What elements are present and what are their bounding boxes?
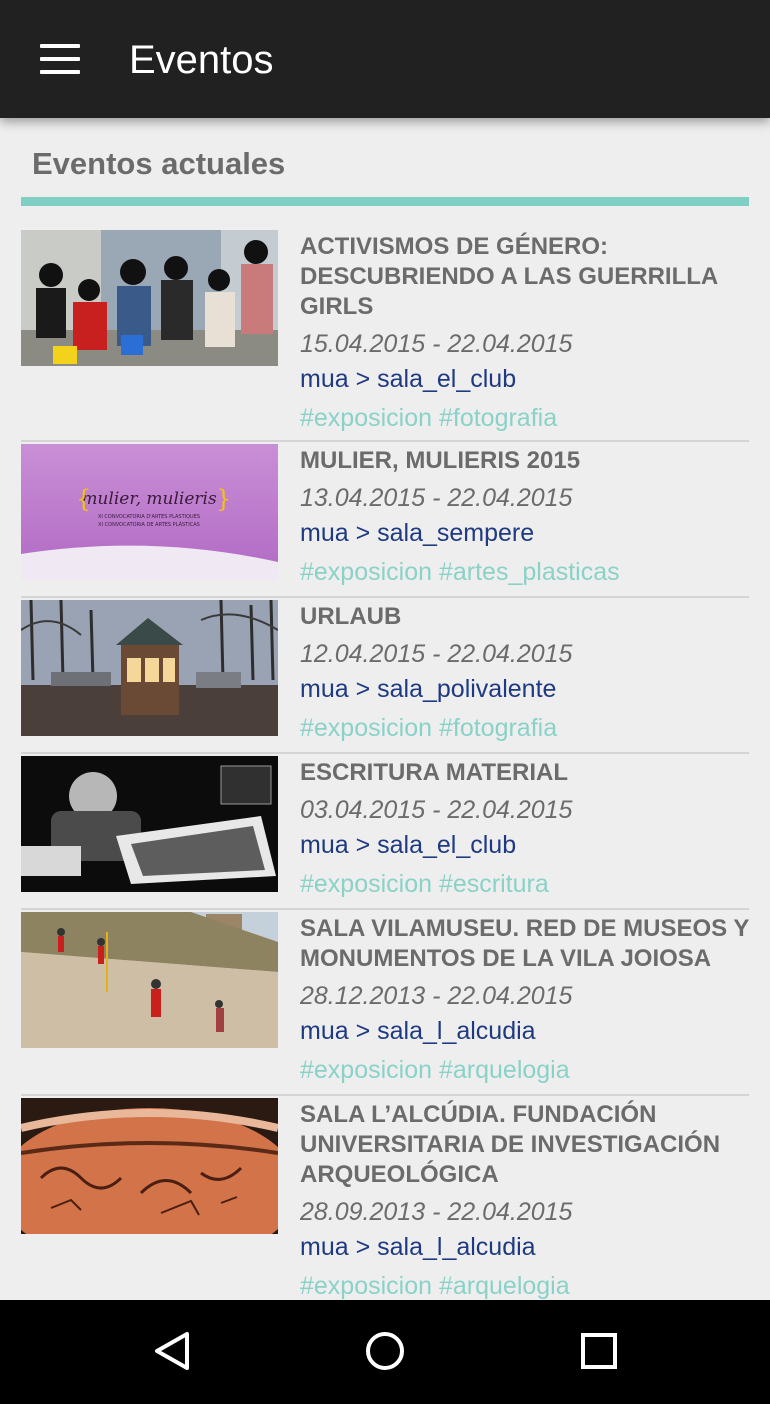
- event-thumbnail: [21, 1098, 278, 1234]
- event-dates: 13.04.2015 - 22.04.2015: [300, 484, 573, 512]
- event-location[interactable]: mua > sala_el_club: [300, 364, 749, 394]
- event-dates: 12.04.2015 - 22.04.2015: [300, 640, 573, 668]
- event-thumbnail: [21, 912, 278, 1048]
- event-tags[interactable]: #exposicion #fotografia: [300, 403, 749, 438]
- event-item[interactable]: URLAUB 12.04.2015 - 22.04.2015 mua > sal…: [21, 600, 749, 754]
- alcudia-ceramic-photo-icon: [21, 1098, 278, 1234]
- escritura-material-photo-icon: [21, 756, 278, 892]
- event-title: SALA VILAMUSEU. RED DE MUSEOS Y MONUMENT…: [300, 915, 749, 972]
- section-divider: [21, 197, 749, 206]
- event-title: ACTIVISMOS DE GÉNERO: DESCUBRIENDO A LAS…: [300, 233, 718, 320]
- event-item[interactable]: ESCRITURA MATERIAL 03.04.2015 - 22.04.20…: [21, 756, 749, 910]
- vilamuseu-excavation-photo-icon: [21, 912, 278, 1048]
- hamburger-menu-icon[interactable]: [30, 34, 90, 84]
- svg-text:{: {: [76, 485, 91, 513]
- thumb-title: mulier, mulieris: [81, 489, 217, 509]
- back-triangle-icon[interactable]: [148, 1326, 198, 1376]
- event-title: MULIER, MULIERIS 2015: [300, 447, 581, 474]
- event-thumbnail: [21, 230, 278, 366]
- events-content[interactable]: Eventos actuales ACTIVISMOS DE GÉNERO: D…: [0, 118, 770, 1300]
- event-tags[interactable]: #exposicion #artes_plasticas: [300, 557, 749, 592]
- event-thumbnail: [21, 756, 278, 892]
- event-item[interactable]: SALA VILAMUSEU. RED DE MUSEOS Y MONUMENT…: [21, 912, 749, 1096]
- event-tags[interactable]: #exposicion #fotografia: [300, 713, 749, 748]
- event-location[interactable]: mua > sala_polivalente: [300, 674, 749, 704]
- event-title: SALA L’ALCÚDIA. FUNDACIÓN UNIVERSITARIA …: [300, 1101, 721, 1188]
- event-location[interactable]: mua > sala_l_alcudia: [300, 1232, 749, 1262]
- section-title: Eventos actuales: [32, 146, 286, 181]
- event-item[interactable]: SALA L’ALCÚDIA. FUNDACIÓN UNIVERSITARIA …: [21, 1098, 749, 1300]
- event-location[interactable]: mua > sala_l_alcudia: [300, 1016, 749, 1046]
- system-nav-bar: [0, 1300, 770, 1404]
- event-dates: 03.04.2015 - 22.04.2015: [300, 796, 573, 824]
- event-location[interactable]: mua > sala_sempere: [300, 518, 749, 548]
- event-dates: 28.12.2013 - 22.04.2015: [300, 982, 573, 1010]
- thumb-line-2: XI CONVOCATORIA DE ARTES PLÁSTICAS: [98, 521, 200, 528]
- event-location[interactable]: mua > sala_el_club: [300, 830, 749, 860]
- event-tags[interactable]: #exposicion #arquelogia: [300, 1271, 749, 1300]
- event-item[interactable]: ACTIVISMOS DE GÉNERO: DESCUBRIENDO A LAS…: [21, 230, 749, 442]
- event-tags[interactable]: #exposicion #arquelogia: [300, 1055, 749, 1090]
- event-list: ACTIVISMOS DE GÉNERO: DESCUBRIENDO A LAS…: [21, 230, 749, 1300]
- svg-text:}: }: [216, 485, 231, 513]
- app-bar: Eventos: [0, 0, 770, 118]
- event-thumbnail: [21, 600, 278, 736]
- event-dates: 15.04.2015 - 22.04.2015: [300, 330, 573, 358]
- guerrilla-girls-photo-icon: [21, 230, 278, 366]
- event-thumbnail: mulier, mulieris XI CONVOCATORIA D'ARTES…: [21, 444, 278, 580]
- urlaub-kiosk-photo-icon: [21, 600, 278, 736]
- event-title: ESCRITURA MATERIAL: [300, 759, 568, 786]
- event-dates: 28.09.2013 - 22.04.2015: [300, 1198, 573, 1226]
- home-circle-icon[interactable]: [360, 1326, 410, 1376]
- event-item[interactable]: mulier, mulieris XI CONVOCATORIA D'ARTES…: [21, 444, 749, 598]
- event-title: URLAUB: [300, 603, 402, 630]
- app-title: Eventos: [129, 38, 274, 82]
- event-tags[interactable]: #exposicion #escritura: [300, 869, 749, 904]
- thumb-line-1: XI CONVOCATORIA D'ARTES PLASTIQUES: [98, 514, 200, 520]
- mulier-mulieris-poster-icon: mulier, mulieris XI CONVOCATORIA D'ARTES…: [21, 444, 278, 580]
- recents-square-icon[interactable]: [574, 1326, 624, 1376]
